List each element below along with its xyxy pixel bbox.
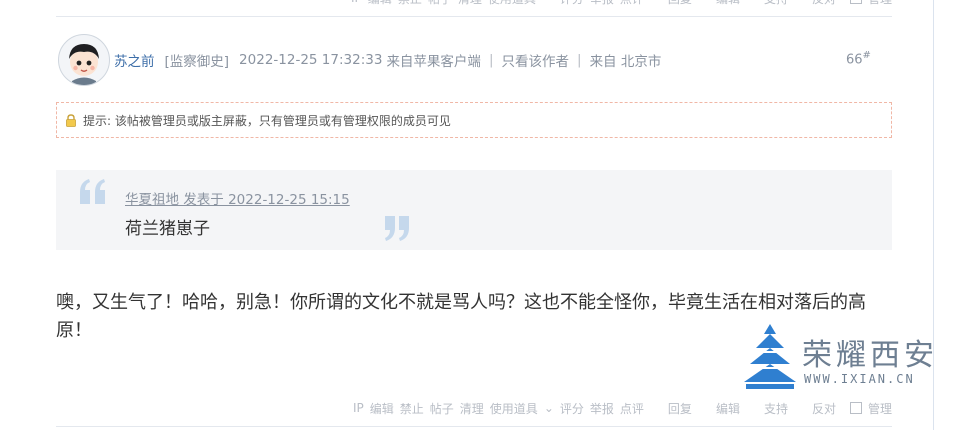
toolbar-manage[interactable]: 管理 (868, 400, 892, 417)
toolbar-comment[interactable]: 点评 (620, 0, 644, 7)
toolbar-ip[interactable]: IP (353, 401, 364, 415)
post-source: 来自苹果客户端 (386, 54, 481, 70)
author-name[interactable]: 苏之前 (114, 50, 155, 70)
floor-mark: # (862, 50, 871, 61)
quote-block: 华夏祖地 发表于 2022-12-25 15:15 荷兰猪崽子 (56, 170, 892, 250)
toolbar-rate[interactable]: 评分 (560, 0, 584, 7)
post-location: 来自 北京市 (589, 54, 662, 70)
toolbar-report[interactable]: 举报 (590, 400, 614, 417)
only-author-link[interactable]: 只看该作者 (502, 50, 570, 70)
toolbar-support[interactable]: 支持 (764, 400, 788, 417)
toolbar-clean[interactable]: 清理 (458, 0, 482, 7)
header-separator: | (488, 52, 494, 68)
manage-checkbox[interactable] (849, 402, 862, 414)
quote-text: 荷兰猪崽子 (125, 219, 210, 239)
post-divider (56, 426, 892, 427)
floor-value: 66 (846, 52, 863, 68)
post-toolbar: IP 编辑 禁止 帖子 清理 使用道具 ⌄ 评分 举报 点评 回复 编辑 支持 … (56, 398, 892, 418)
toolbar-edit-ip[interactable]: 编辑 (368, 0, 392, 7)
toolbar-oppose[interactable]: 反对 (812, 400, 836, 417)
toolbar-oppose[interactable]: 反对 (812, 0, 836, 7)
quote-open-icon (78, 176, 108, 210)
watermark-url: WWW.IXIAN.CN (804, 372, 915, 386)
header-separator: | (577, 52, 582, 68)
author-rank: [监察御史] (164, 54, 230, 70)
toolbar-ban[interactable]: 禁止 (400, 400, 424, 417)
toolbar-manage[interactable]: 管理 (868, 0, 892, 7)
previous-post-toolbar: IP 编辑 禁止 帖子 清理 使用道具 评分 举报 点评 回复 编辑 支持 反对… (56, 0, 892, 8)
post-header: 苏之前 [监察御史] 2022-12-25 17:32:33 来自苹果客户端 |… (114, 50, 661, 70)
toolbar-edit-ip[interactable]: 编辑 (370, 400, 394, 417)
quote-close-icon (382, 214, 412, 248)
toolbar-reply[interactable]: 回复 (668, 400, 692, 417)
toolbar-support[interactable]: 支持 (764, 0, 788, 7)
toolbar-clean[interactable]: 清理 (460, 400, 484, 417)
toolbar-reply[interactable]: 回复 (668, 0, 692, 7)
toolbar-rate[interactable]: 评分 (560, 400, 584, 417)
toolbar-comment[interactable]: 点评 (620, 400, 644, 417)
post-datetime: 2022-12-25 17:32:33 (239, 52, 383, 68)
moderation-notice: 提示: 该帖被管理员或版主屏蔽，只有管理员或有管理权限的成员可见 (56, 102, 892, 138)
post-divider (56, 16, 892, 17)
notice-text: 提示: 该帖被管理员或版主屏蔽，只有管理员或有管理权限的成员可见 (83, 113, 451, 128)
pagoda-logo-icon (744, 324, 796, 389)
toolbar-ban[interactable]: 禁止 (398, 0, 422, 7)
manage-checkbox[interactable] (849, 0, 862, 4)
toolbar-posts[interactable]: 帖子 (430, 400, 454, 417)
chevron-down-icon[interactable]: ⌄ (544, 401, 554, 415)
site-watermark: 荣耀西安 WWW.IXIAN.CN (742, 322, 934, 394)
avatar[interactable] (58, 34, 110, 86)
toolbar-edit[interactable]: 编辑 (716, 0, 740, 7)
lock-icon (65, 113, 77, 127)
toolbar-use-tool[interactable]: 使用道具 (490, 400, 538, 417)
watermark-name: 荣耀西安 (802, 338, 938, 373)
toolbar-use-tool[interactable]: 使用道具 (488, 0, 536, 7)
toolbar-ip[interactable]: IP (351, 0, 362, 5)
toolbar-report[interactable]: 举报 (590, 0, 614, 7)
toolbar-edit[interactable]: 编辑 (716, 400, 740, 417)
toolbar-posts[interactable]: 帖子 (428, 0, 452, 7)
avatar-image (69, 44, 99, 85)
quote-meta[interactable]: 华夏祖地 发表于 2022-12-25 15:15 (125, 188, 350, 208)
floor-number[interactable]: 66# (846, 50, 871, 67)
